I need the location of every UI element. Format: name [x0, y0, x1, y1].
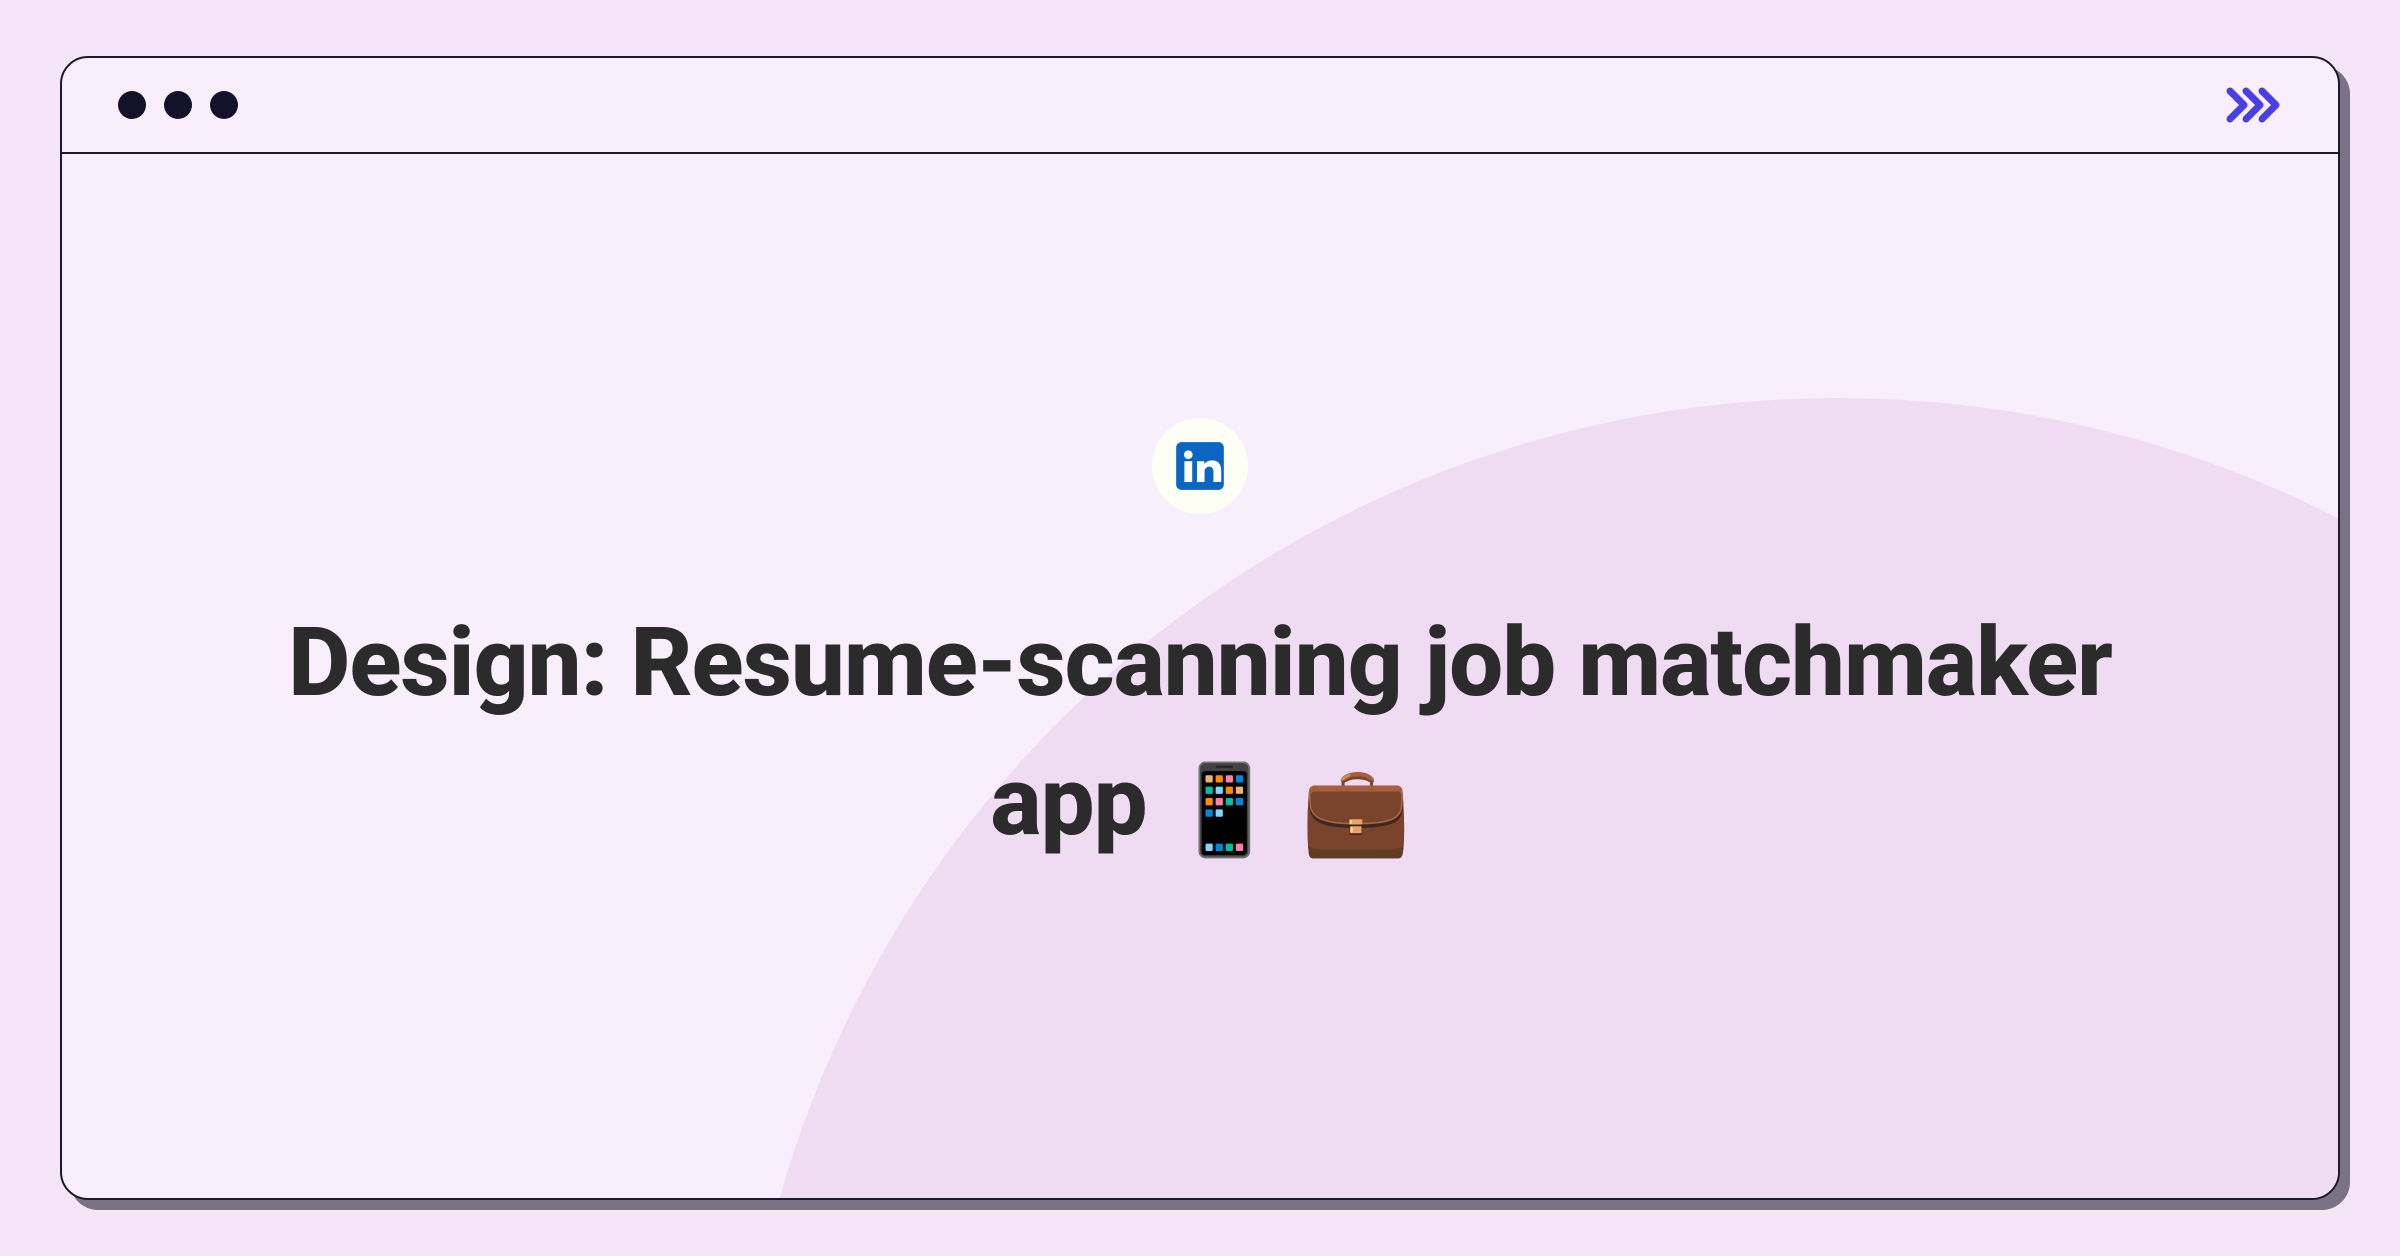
briefcase-emoji-icon: 💼: [1301, 759, 1410, 862]
card-content: Design: Resume-scanning job matchmaker a…: [62, 154, 2338, 1198]
window-dot-icon: [118, 91, 146, 119]
linkedin-icon: [1174, 440, 1226, 492]
browser-window-card: Design: Resume-scanning job matchmaker a…: [60, 56, 2340, 1200]
window-controls: [118, 91, 238, 119]
window-dot-icon: [210, 91, 238, 119]
window-titlebar: [62, 58, 2338, 154]
forward-chevrons-icon: [2226, 85, 2282, 125]
brand-icon-badge: [1152, 418, 1248, 514]
headline-text: Design: Resume-scanning job matchmaker a…: [250, 594, 2150, 875]
phone-emoji-icon: 📱: [1170, 759, 1279, 862]
window-dot-icon: [164, 91, 192, 119]
